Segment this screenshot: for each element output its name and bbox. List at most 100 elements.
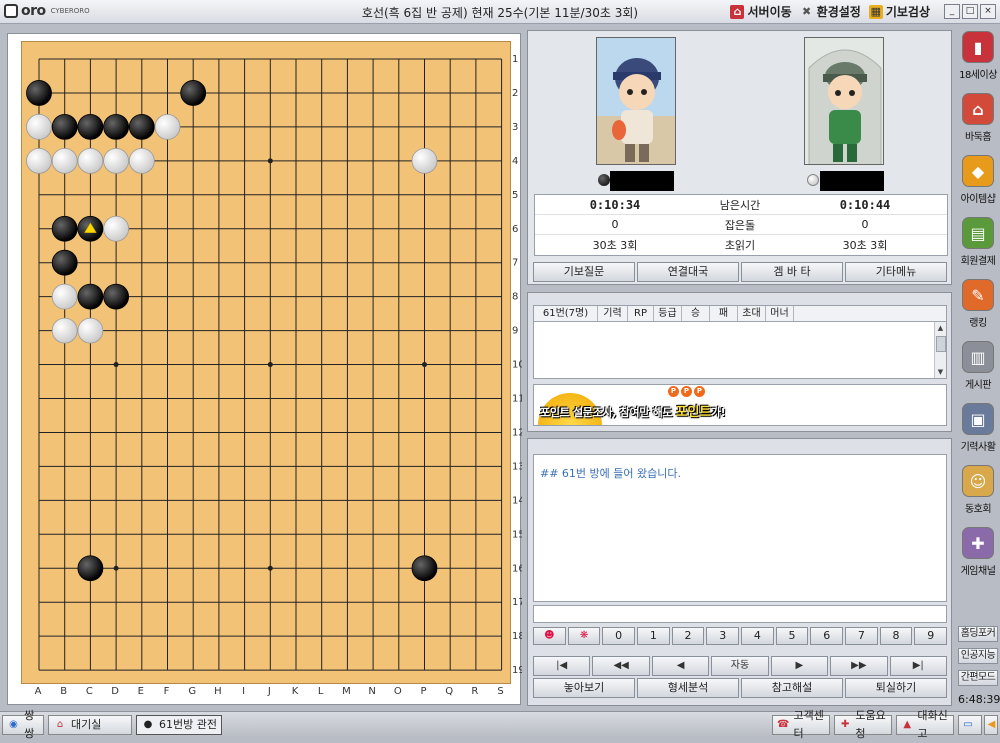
col-grade[interactable]: 등급 bbox=[654, 306, 682, 321]
go-board[interactable] bbox=[21, 41, 511, 684]
back-one-button[interactable]: ◀ bbox=[651, 656, 710, 676]
sticker-button[interactable]: ❋ bbox=[567, 627, 601, 645]
other-menu-button[interactable]: 기타메뉴 bbox=[845, 262, 947, 282]
forward-ten-button[interactable]: ▶▶ bbox=[830, 656, 888, 676]
chat-log[interactable]: ## 61번 방에 들어 왔습니다. bbox=[533, 454, 947, 602]
col-label: M bbox=[342, 686, 351, 697]
last-move-button[interactable]: ▶| bbox=[889, 656, 947, 676]
close-button[interactable]: × bbox=[980, 4, 996, 19]
banner-dot: P bbox=[681, 386, 692, 397]
col-label: J bbox=[267, 686, 271, 697]
user-list-scrollbar[interactable]: ▲ ▼ bbox=[934, 322, 946, 378]
record-question-button[interactable]: 기보질문 bbox=[533, 262, 635, 282]
scroll-down-icon[interactable]: ▼ bbox=[935, 366, 946, 378]
sidebar-item-shop[interactable]: ◆ 아이템샵 bbox=[956, 152, 1000, 214]
navigation-row: |◀ ◀◀ ◀ 자동 ▶ ▶▶ ▶| bbox=[533, 656, 947, 676]
black-player-name bbox=[610, 171, 674, 191]
number-button-3[interactable]: 3 bbox=[706, 627, 740, 645]
col-win[interactable]: 승 bbox=[682, 306, 710, 321]
banner-dots: P P P bbox=[668, 386, 705, 397]
commentary-button[interactable]: 참고해설 bbox=[741, 678, 843, 698]
users-panel: 61번(7명) 기력 RP 등급 승 패 초대 머너 ▲ ▼ P P P 포인트… bbox=[527, 292, 952, 432]
sidebar-item-payment[interactable]: ▤ 회원결제 bbox=[956, 214, 1000, 276]
settings-label: 환경설정 bbox=[816, 5, 861, 19]
row-label: 17 bbox=[512, 597, 522, 608]
number-button-2[interactable]: 2 bbox=[671, 627, 705, 645]
star-point bbox=[422, 362, 427, 368]
first-move-button[interactable]: |◀ bbox=[533, 656, 591, 676]
sidebar-item-life-death[interactable]: ▣ 기력사활 bbox=[956, 400, 1000, 462]
col-room[interactable]: 61번(7명) bbox=[534, 306, 598, 321]
help-request-button[interactable]: ✚ 도움요청 bbox=[834, 709, 892, 740]
ai-button[interactable]: 인공지능 bbox=[958, 648, 998, 664]
simple-mode-button[interactable]: 간편모드 bbox=[958, 670, 998, 686]
chat-report-button[interactable]: ▲ 대화신고 bbox=[896, 709, 954, 740]
user-list[interactable]: 61번(7명) 기력 RP 등급 승 패 초대 머너 ▲ ▼ bbox=[533, 305, 947, 379]
scroll-thumb[interactable] bbox=[936, 336, 946, 352]
number-button-1[interactable]: 1 bbox=[637, 627, 670, 645]
sidebar-item-home[interactable]: ⌂ 바둑홈 bbox=[956, 90, 1000, 152]
emoticon-button[interactable]: ☻ bbox=[533, 627, 566, 645]
sidebar-item-game-channel[interactable]: ✚ 게임채널 bbox=[956, 524, 1000, 586]
board-svg[interactable] bbox=[22, 42, 512, 685]
col-label: L bbox=[318, 686, 324, 697]
scroll-up-icon[interactable]: ▲ bbox=[935, 322, 946, 334]
black-stone bbox=[51, 215, 78, 242]
number-button-6[interactable]: 6 bbox=[810, 627, 844, 645]
customer-center-button[interactable]: ☎ 고객센터 bbox=[772, 709, 830, 740]
record-button[interactable]: ▦ 기보검상 bbox=[868, 3, 930, 20]
stones-icon: ● bbox=[143, 719, 153, 730]
try-move-button[interactable]: 놓아보기 bbox=[533, 678, 635, 698]
settings-button[interactable]: ✖ 환경설정 bbox=[800, 3, 861, 20]
col-loss[interactable]: 패 bbox=[710, 306, 738, 321]
monitor-button[interactable]: ▭ bbox=[958, 715, 982, 735]
col-label: O bbox=[394, 686, 402, 697]
speaker-button[interactable]: ◀ bbox=[984, 715, 998, 735]
chat-input[interactable] bbox=[533, 605, 947, 623]
auto-play-button[interactable]: 자동 bbox=[711, 656, 769, 676]
number-button-8[interactable]: 8 bbox=[879, 627, 913, 645]
taskbar-lobby[interactable]: ⌂ 대기실 bbox=[48, 715, 132, 735]
sidebar-item-board[interactable]: ▥ 게시판 bbox=[956, 338, 1000, 400]
taskbar-ssangssang[interactable]: ◉ 쌍쌍 bbox=[2, 709, 44, 740]
point-banner[interactable]: P P P 포인트 설문조사, 참여만 해도 포인트가! bbox=[533, 384, 947, 426]
title-bar: oro CYBERORO 호선(흑 6집 반 공제) 현재 25수(기본 11분… bbox=[0, 0, 1000, 24]
linked-game-button[interactable]: 연결대국 bbox=[637, 262, 739, 282]
time-label: 남은시간 bbox=[719, 198, 761, 212]
number-button-7[interactable]: 7 bbox=[845, 627, 878, 645]
col-invite[interactable]: 초대 bbox=[738, 306, 766, 321]
star-point bbox=[267, 362, 273, 368]
col-manner[interactable]: 머너 bbox=[766, 306, 794, 321]
game-bar-button[interactable]: 겜 바 타 bbox=[741, 262, 843, 282]
server-move-label: 서버이동 bbox=[747, 5, 792, 19]
emoticon-icon: ☻ bbox=[544, 630, 555, 641]
white-player-name bbox=[820, 171, 884, 191]
server-move-button[interactable]: ⌂ 서버이동 bbox=[730, 3, 792, 20]
minimize-button[interactable]: _ bbox=[944, 4, 960, 19]
number-button-9[interactable]: 9 bbox=[914, 627, 948, 645]
number-button-5[interactable]: 5 bbox=[775, 627, 809, 645]
maximize-button[interactable]: □ bbox=[962, 4, 978, 19]
game-title: 호선(흑 6집 반 공제) 현재 25수(기본 11분/30초 3회) bbox=[361, 6, 639, 20]
speaker-icon: ◀ bbox=[987, 719, 996, 730]
taskbar: ◉ 쌍쌍 ⌂ 대기실 ● 61번방 관전 ☎ 고객센터 ✚ 도움요청 ▲ 대화신… bbox=[0, 709, 1000, 740]
sidebar-label: 회원결제 bbox=[960, 256, 996, 267]
black-stone bbox=[26, 80, 52, 106]
taskbar-label: 대기실 bbox=[71, 718, 102, 731]
number-button-0[interactable]: 0 bbox=[602, 627, 636, 645]
holdem-poker-button[interactable]: 홈딩포커 bbox=[958, 626, 998, 642]
sidebar-item-ranking[interactable]: ✎ 랭킹 bbox=[956, 276, 1000, 338]
row-label: 19 bbox=[512, 665, 522, 676]
leave-room-button[interactable]: 퇴실하기 bbox=[845, 678, 947, 698]
sidebar-item-adult[interactable]: ▮ 18세이상 bbox=[956, 28, 1000, 90]
taskbar-room-61[interactable]: ● 61번방 관전 bbox=[136, 715, 222, 735]
position-analysis-button[interactable]: 형세분석 bbox=[637, 678, 739, 698]
number-button-4[interactable]: 4 bbox=[741, 627, 774, 645]
sidebar-item-club[interactable]: ☺ 동호회 bbox=[956, 462, 1000, 524]
back-ten-button[interactable]: ◀◀ bbox=[592, 656, 650, 676]
forward-one-button[interactable]: ▶ bbox=[770, 656, 829, 676]
black-player-avatar bbox=[596, 37, 676, 165]
col-rank[interactable]: 기력 bbox=[598, 306, 628, 321]
row-label: 3 bbox=[512, 122, 518, 133]
col-rp[interactable]: RP bbox=[628, 306, 654, 321]
